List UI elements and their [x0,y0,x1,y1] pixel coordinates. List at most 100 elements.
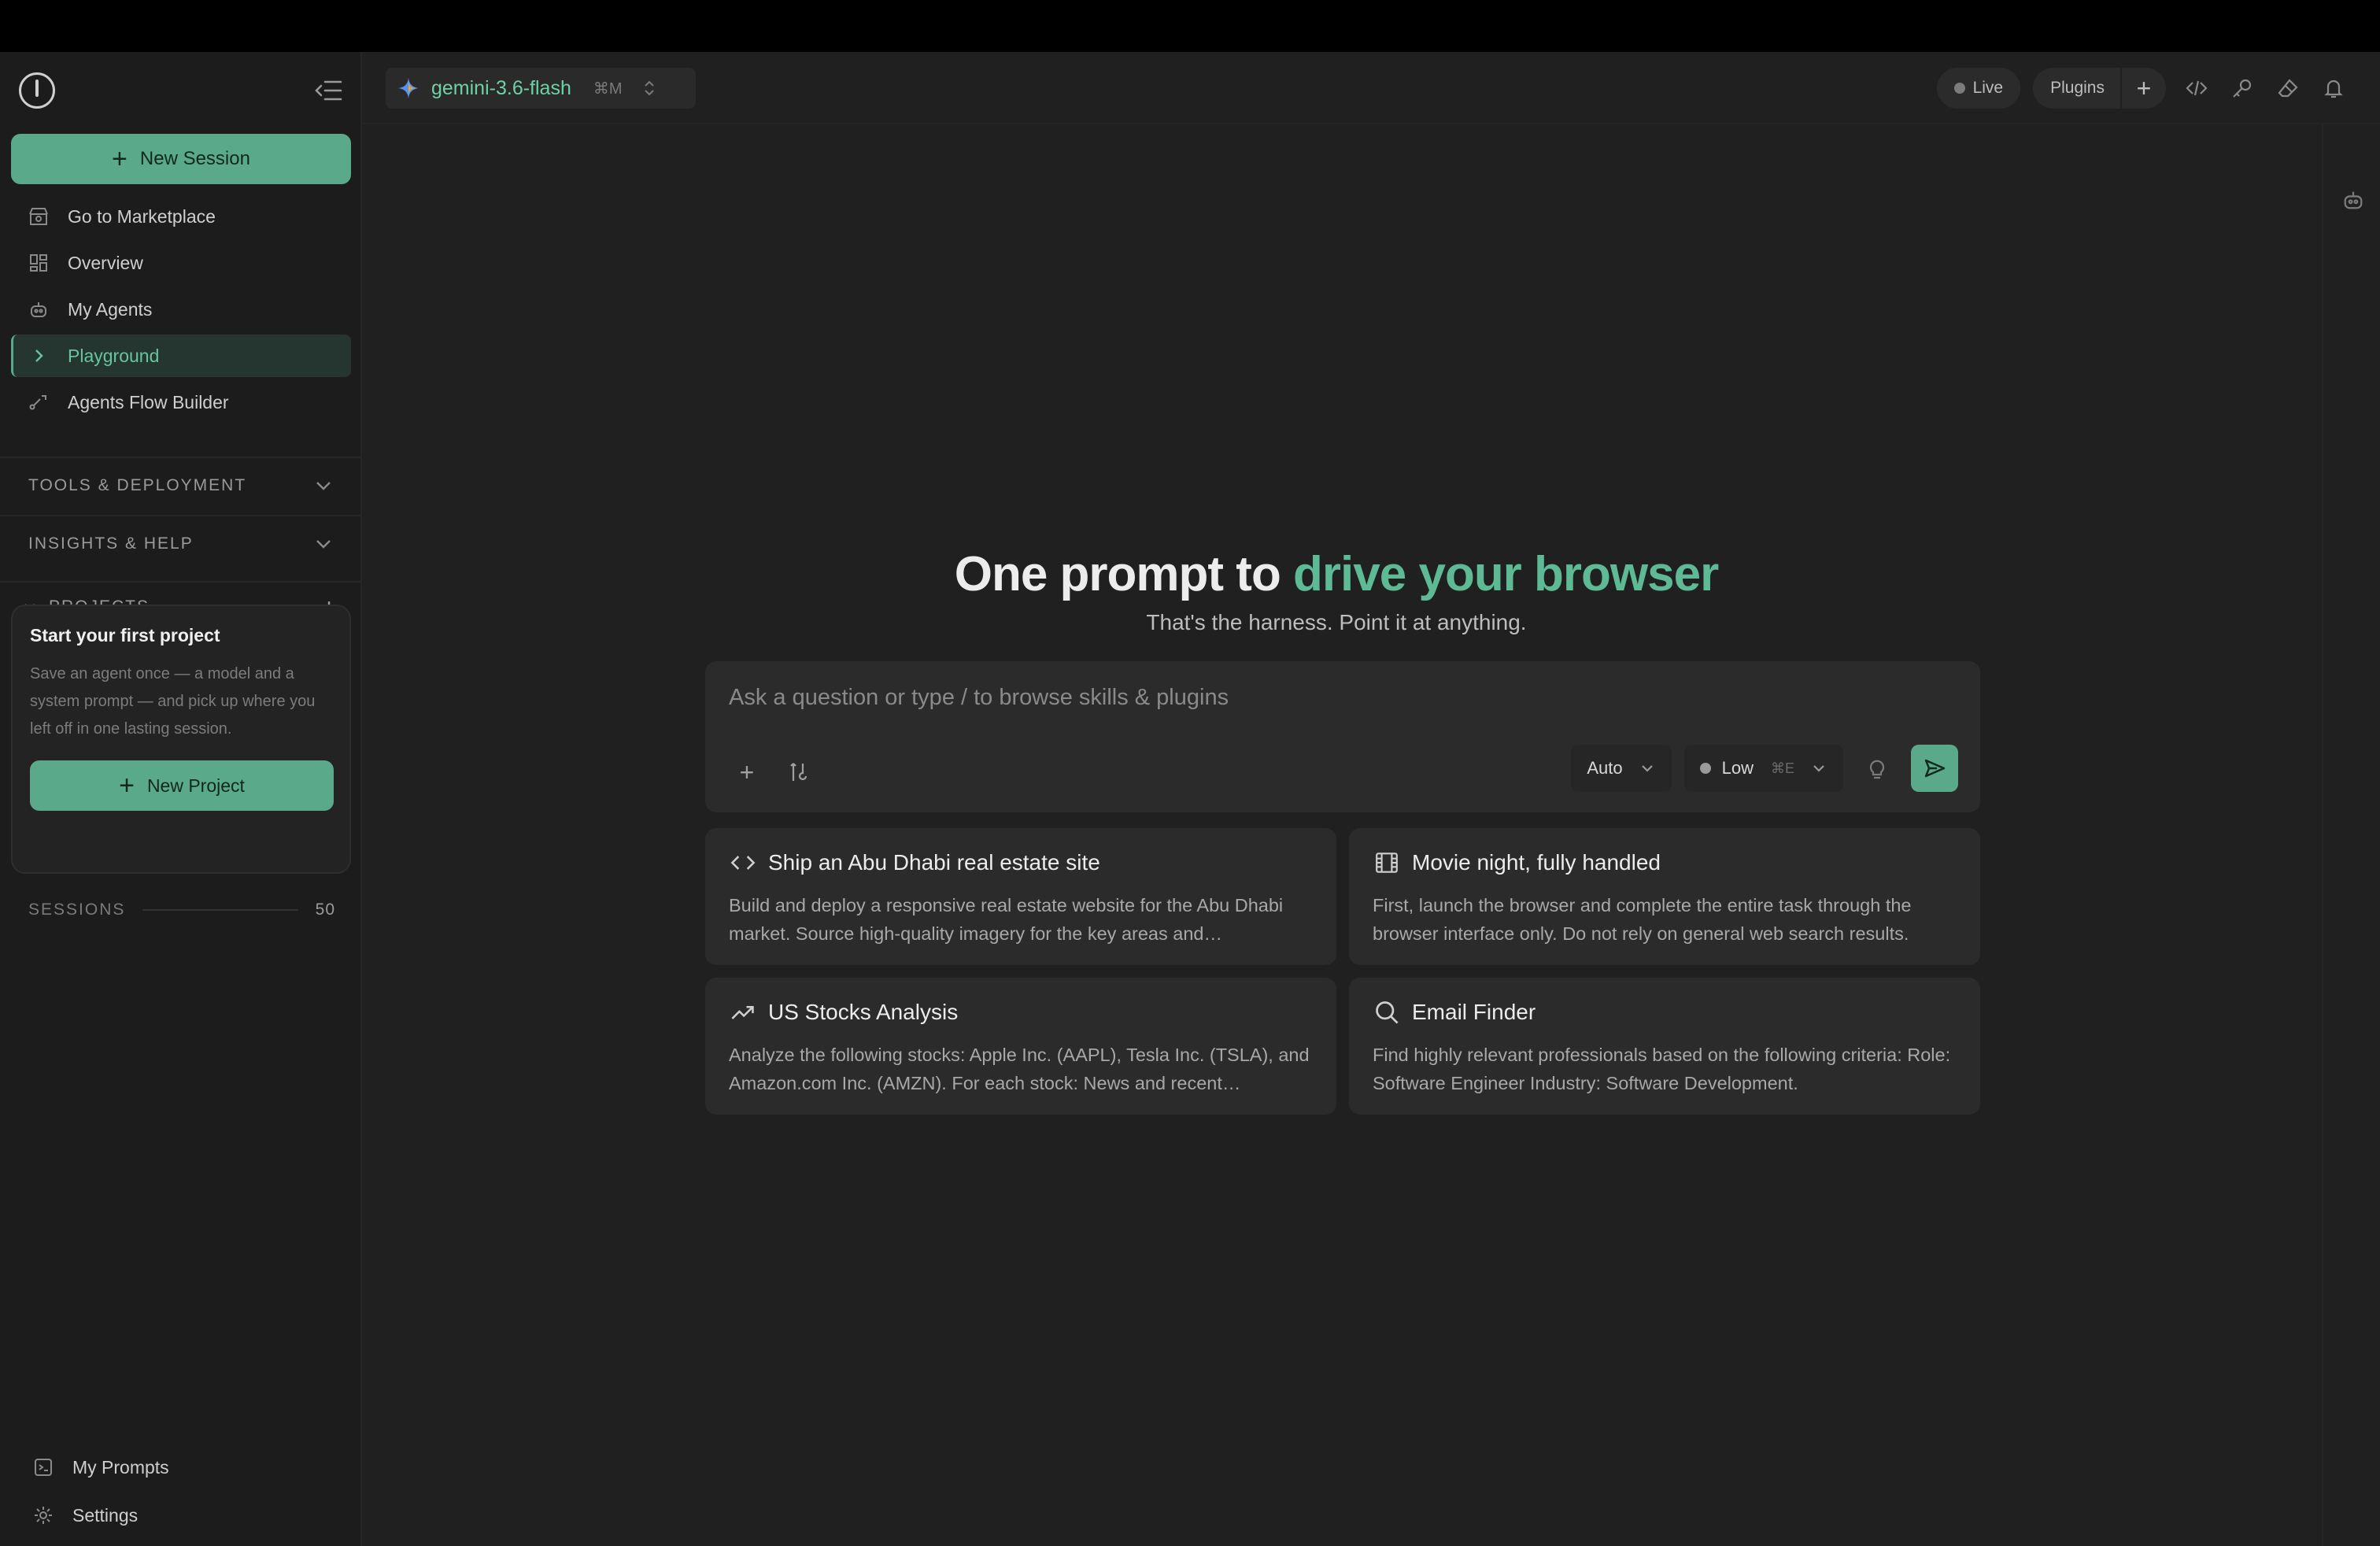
sessions-header: SESSIONS 50 [28,888,335,932]
model-shortcut: ⌘M [593,80,623,98]
model-selector[interactable]: gemini-3.6-flash ⌘M [386,68,696,109]
search-icon [1373,998,1401,1026]
plus-icon: + [119,771,135,801]
sidebar-item-my-agents[interactable]: My Agents [11,288,351,331]
new-project-button[interactable]: + New Project [30,760,334,811]
section-label: INSIGHTS & HELP [28,534,194,553]
live-label: Live [1972,79,2004,97]
add-plugin-icon[interactable]: + [2120,68,2166,109]
card-title-row: US Stocks Analysis [729,998,1313,1026]
sidebar-item-label: Overview [68,252,143,273]
plugins-label: Plugins [2050,79,2105,97]
collapse-sidebar-icon[interactable] [310,72,346,109]
header-actions: Live Plugins + [1936,68,2356,109]
sidebar-item-settings[interactable]: Settings [20,1493,343,1537]
sessions-label: SESSIONS [28,901,126,919]
hero-title-accent: drive your browser [1293,547,1719,601]
main-area: gemini-3.6-flash ⌘M Live Plugins + One p… [362,52,2380,1546]
sidebar-item-flow-builder[interactable]: Agents Flow Builder [11,381,351,423]
plus-icon: + [112,144,128,174]
sidebar-item-label: Go to Marketplace [68,205,216,227]
suggestion-card[interactable]: US Stocks Analysis Analyze the following… [705,978,1336,1115]
card-title: Movie night, fully handled [1412,850,1661,875]
new-session-button[interactable]: + New Session [11,134,351,184]
divider [142,909,298,911]
prompt-input[interactable]: Ask a question or type / to browse skill… [729,685,1229,711]
effort-value: Low [1721,758,1754,778]
robot-icon [27,298,50,321]
card-title: US Stocks Analysis [768,1000,959,1024]
composer-right-tools: Auto Low ⌘E [1571,745,1958,792]
sidebar-item-my-prompts[interactable]: My Prompts [20,1445,343,1489]
gear-icon [31,1503,55,1527]
right-panel-rail [2322,124,2380,1546]
chevron-up-down-icon [643,79,656,98]
code-view-icon[interactable] [2174,68,2219,109]
model-name: gemini-3.6-flash [431,76,571,99]
flow-icon [27,390,50,414]
hero-title-prefix: One prompt to [954,547,1294,601]
store-icon [27,205,50,228]
app-window: + New Session Go to Marketplace Overview [0,52,2380,1546]
gemini-sparkle-icon [398,78,419,98]
effort-shortcut: ⌘E [1770,760,1794,776]
status-dot [1953,83,1965,94]
tools-icon[interactable] [781,754,817,790]
suggestion-card[interactable]: Movie night, fully handled First, launch… [1349,828,1980,965]
mode-value: Auto [1587,758,1623,778]
sidebar-item-marketplace[interactable]: Go to Marketplace [11,195,351,238]
mode-select[interactable]: Auto [1571,745,1672,792]
window-title-bar [0,0,2380,61]
eraser-icon[interactable] [2265,68,2311,109]
sidebar-item-label: My Agents [68,298,153,320]
suggestion-card[interactable]: Ship an Abu Dhabi real estate site Build… [705,828,1336,965]
bell-icon[interactable] [2311,68,2356,109]
trending-up-icon [729,998,757,1026]
card-description: Build and deploy a responsive real estat… [729,895,1284,944]
lightbulb-icon[interactable] [1856,745,1898,792]
chevron-down-icon [1639,760,1656,777]
section-tools-deployment[interactable]: TOOLS & DEPLOYMENT [0,457,362,513]
effort-select[interactable]: Low ⌘E [1683,745,1843,792]
prompt-composer[interactable]: Ask a question or type / to browse skill… [705,661,1980,812]
sidebar-item-label: Playground [68,345,160,366]
attach-plus-icon[interactable]: + [729,754,765,790]
card-title: Ship an Abu Dhabi real estate site [768,850,1100,875]
sidebar-item-label: My Prompts [72,1456,169,1478]
sidebar-item-label: Settings [72,1504,139,1526]
section-insights-help[interactable]: INSIGHTS & HELP [0,515,362,571]
send-button[interactable] [1911,745,1958,792]
sidebar-item-overview[interactable]: Overview [11,242,351,284]
suggestion-card[interactable]: Email Finder Find highly relevant profes… [1349,978,1980,1115]
card-description: First, launch the browser and complete t… [1373,895,1912,944]
hero-subtitle: That's the harness. Point it at anything… [1146,610,1527,634]
chevron-down-icon [1810,760,1828,777]
sidebar-item-playground[interactable]: Playground [11,335,351,377]
project-card-title: Start your first project [30,625,220,645]
composer-left-tools: + [729,754,833,790]
dashboard-icon [27,251,50,275]
card-title: Email Finder [1412,1000,1536,1024]
sidebar-item-label: Agents Flow Builder [68,391,229,412]
robot-icon[interactable] [2341,187,2366,216]
hero-title: One prompt to drive your browser [362,546,2311,602]
card-title-row: Movie night, fully handled [1373,849,1957,877]
sidebar-footer: My Prompts Settings [20,1445,343,1541]
header-divider [362,123,2380,124]
card-title-row: Email Finder [1373,998,1957,1026]
sidebar: + New Session Go to Marketplace Overview [0,52,362,1546]
card-description: Find highly relevant professionals based… [1373,1045,1951,1093]
new-session-label: New Session [139,148,250,169]
suggestion-cards: Ship an Abu Dhabi real estate site Build… [705,828,1980,1115]
app-logo-icon[interactable] [19,72,55,109]
effort-dot [1699,763,1711,774]
send-icon [1924,759,1946,778]
section-label: TOOLS & DEPLOYMENT [28,476,247,494]
key-icon[interactable] [2219,68,2265,109]
plugins-group[interactable]: Plugins + [2033,68,2166,109]
chevron-right-icon [27,344,50,368]
film-icon [1373,849,1401,877]
card-title-row: Ship an Abu Dhabi real estate site [729,849,1313,877]
live-status-button[interactable]: Live [1936,68,2021,109]
prompt-icon [31,1455,55,1479]
